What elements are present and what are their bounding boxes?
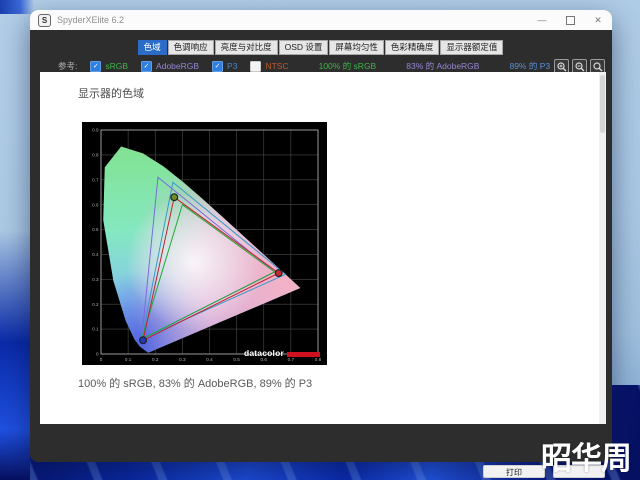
y-tick-label: 0.3 bbox=[92, 277, 99, 282]
y-tick-label: 0 bbox=[96, 352, 99, 357]
app-icon: S bbox=[38, 13, 51, 27]
titlebar[interactable]: S SpyderXElite 6.2 — ✕ bbox=[30, 10, 612, 31]
reference-option-sRGB[interactable]: ✓ sRGB bbox=[90, 60, 129, 72]
measured-point-red-primary bbox=[274, 269, 283, 278]
watermark-text: 昭华周 bbox=[541, 441, 632, 476]
app-window: S SpyderXElite 6.2 — ✕ 色域 色调响应 亮度与对比度 OSD 设… bbox=[30, 10, 612, 478]
y-tick-label: 0.9 bbox=[92, 128, 99, 133]
y-tick-label: 0.8 bbox=[92, 152, 99, 157]
gamut-stat: 89% 的 P3 bbox=[509, 61, 551, 71]
print-button[interactable]: 打印 bbox=[483, 465, 545, 478]
vertical-scrollbar[interactable] bbox=[599, 72, 606, 424]
close-button[interactable]: ✕ bbox=[584, 10, 612, 30]
tab-屏幕均匀性[interactable]: 屏幕均匀性 bbox=[329, 40, 384, 55]
reference-row: 参考: ✓sRGB✓AdobeRGB✓P3✓NTSC 100% 的 sRGB83… bbox=[30, 59, 612, 74]
tab-OSD 设置[interactable]: OSD 设置 bbox=[278, 40, 329, 55]
tab-显示器额定值[interactable]: 显示器额定值 bbox=[440, 40, 504, 55]
x-tick-label: 0.2 bbox=[152, 357, 159, 362]
checkbox-checked-icon[interactable]: ✓ bbox=[212, 60, 224, 72]
zoom-in-magnifier-icon bbox=[556, 61, 566, 71]
x-tick-label: 0.5 bbox=[233, 357, 240, 362]
y-tick-label: 0.6 bbox=[92, 202, 99, 207]
window-title: SpyderXElite 6.2 bbox=[57, 15, 125, 25]
cie-chromaticity-chart: 0 0.1 0.2 0.3 0.4 0.5 0.6 0.7 0.8 0.9 0 0.1 0.2 0.3 0.… bbox=[82, 122, 327, 365]
datacolor-logo-text: datacolor bbox=[243, 348, 284, 358]
zoom-reset-magnifier-icon bbox=[592, 61, 602, 71]
tab-bar: 色域 色调响应 亮度与对比度 OSD 设置 屏幕均匀性 色彩精确度 显示器额定值 bbox=[30, 40, 612, 55]
zoom-out-magnifier-icon bbox=[574, 61, 584, 71]
gamut-stat: 100% 的 sRGB bbox=[318, 61, 377, 71]
reference-option-AdobeRGB[interactable]: ✓ AdobeRGB bbox=[141, 60, 200, 72]
checkbox-checked-icon[interactable]: ✓ bbox=[141, 60, 153, 72]
checkbox-unchecked-icon[interactable]: ✓ bbox=[250, 60, 262, 72]
maximize-icon bbox=[565, 15, 575, 25]
reference-option-P3[interactable]: ✓ P3 bbox=[212, 60, 238, 72]
measured-point-blue-primary bbox=[139, 336, 148, 345]
reference-option-label: sRGB bbox=[105, 61, 129, 71]
maximize-button[interactable] bbox=[556, 10, 584, 30]
minimize-button[interactable]: — bbox=[528, 10, 556, 30]
y-tick-label: 0.1 bbox=[92, 327, 99, 332]
x-tick-label: 0 bbox=[100, 357, 103, 362]
content-panel: 显示器的色域 0 0.1 0.2 0.3 0.4 0.5 0.6 0.7 0.8… bbox=[40, 72, 606, 424]
spectral-locus-layer-3 bbox=[103, 146, 301, 353]
window-body: 色域 色调响应 亮度与对比度 OSD 设置 屏幕均匀性 色彩精确度 显示器额定值 参考: ✓… bbox=[30, 30, 612, 478]
reference-option-label: P3 bbox=[227, 61, 238, 71]
reference-option-label: AdobeRGB bbox=[156, 61, 200, 71]
wallpaper-topleft bbox=[0, 0, 34, 14]
gamut-summary-caption: 100% 的 sRGB, 83% 的 AdobeRGB, 89% 的 P3 bbox=[78, 378, 313, 390]
gamut-stats: 100% 的 sRGB 83% 的 AdobeRGB 89% 的 P3 bbox=[289, 60, 551, 72]
gamut-stat: 83% 的 AdobeRGB bbox=[406, 61, 480, 71]
y-tick-label: 0.2 bbox=[92, 302, 99, 307]
reference-options: ✓sRGB✓AdobeRGB✓P3✓NTSC bbox=[77, 60, 289, 72]
cie-chart-svg: 0 0.1 0.2 0.3 0.4 0.5 0.6 0.7 0.8 0.9 0 0.1 0.2 0.3 0.… bbox=[92, 128, 322, 362]
measured-point-green-primary bbox=[170, 193, 179, 202]
desktop: S SpyderXElite 6.2 — ✕ 色域 色调响应 亮度与对比度 OSD 设… bbox=[0, 0, 640, 480]
window-controls: — ✕ bbox=[528, 10, 612, 30]
x-tick-label: 0.1 bbox=[125, 357, 132, 362]
y-tick-label: 0.4 bbox=[92, 252, 99, 257]
reference-option-NTSC[interactable]: ✓NTSC bbox=[250, 60, 289, 72]
datacolor-logo-bar bbox=[287, 352, 320, 357]
checkbox-checked-icon[interactable]: ✓ bbox=[90, 60, 102, 72]
tab-亮度与对比度[interactable]: 亮度与对比度 bbox=[214, 40, 278, 55]
y-tick-label: 0.5 bbox=[92, 227, 99, 232]
chart-heading: 显示器的色域 bbox=[78, 88, 144, 100]
y-tick-label: 0.7 bbox=[92, 177, 99, 182]
tab-色调响应[interactable]: 色调响应 bbox=[167, 40, 214, 55]
datacolor-logo: datacolor bbox=[244, 348, 320, 358]
wallpaper-left-band bbox=[0, 230, 30, 480]
x-tick-label: 0.4 bbox=[206, 357, 213, 362]
x-tick-label: 0.3 bbox=[179, 357, 186, 362]
tab-色彩精确度[interactable]: 色彩精确度 bbox=[384, 40, 440, 55]
scrollbar-thumb[interactable] bbox=[600, 75, 605, 133]
reference-label: 参考: bbox=[58, 61, 78, 71]
tab-色域[interactable]: 色域 bbox=[137, 40, 167, 55]
reference-option-label: NTSC bbox=[265, 61, 289, 71]
